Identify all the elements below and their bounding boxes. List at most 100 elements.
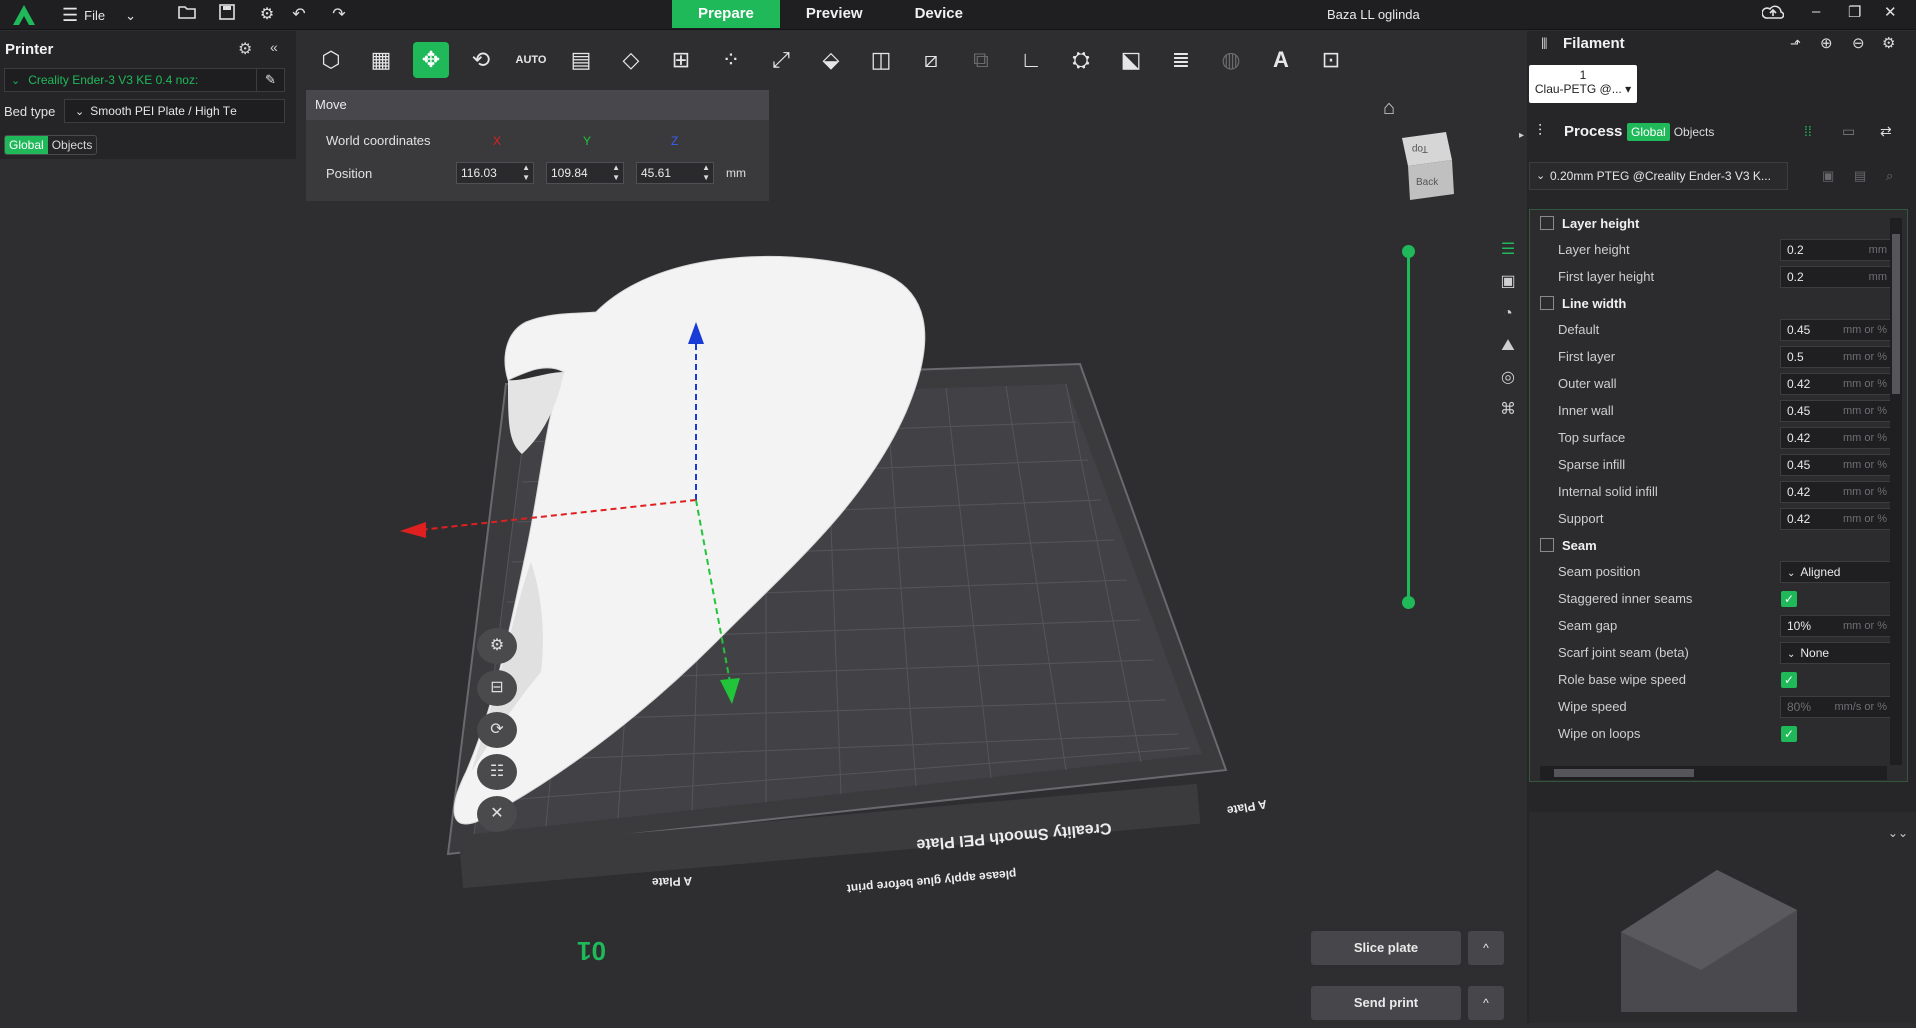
position-y-input[interactable]: 109.84 ▲ ▼ <box>546 162 624 184</box>
close-window-icon[interactable]: ✕ <box>1884 3 1897 21</box>
scale-button[interactable]: ⤢ <box>756 38 806 82</box>
setting-select[interactable]: ⌄ Aligned <box>1780 560 1892 583</box>
compare-icon[interactable]: ▭ <box>1842 123 1855 140</box>
maximize-icon[interactable]: ❐ <box>1848 3 1861 21</box>
setting-checkbox[interactable]: ✓ <box>1781 590 1797 607</box>
add-object-button[interactable]: ⬡ <box>306 38 356 82</box>
collapse-panel-icon[interactable]: « <box>270 39 278 55</box>
layer-slider-track[interactable] <box>1407 251 1410 602</box>
slice-options-caret-button[interactable]: ^ <box>1468 931 1504 965</box>
process-seg-objects[interactable]: Objects <box>1670 123 1719 141</box>
settings-horizontal-scrollbar[interactable] <box>1540 766 1887 780</box>
filament-slot-1[interactable]: 1 Clau-PETG @... ▾ <box>1529 65 1637 103</box>
arrange-button[interactable]: ▤ <box>556 38 606 82</box>
chevron-down-icon[interactable]: ⌄ <box>125 8 136 24</box>
others-category-icon[interactable]: ◎ <box>1494 363 1522 393</box>
setting-input[interactable]: 0.42 mm or % <box>1780 480 1892 503</box>
advanced-category-icon[interactable]: ⌘ <box>1494 395 1522 425</box>
boolean-button[interactable]: ⧉ <box>956 38 1006 82</box>
position-z-input[interactable]: 45.61 ▲ ▼ <box>636 162 714 184</box>
delete-preset-icon[interactable]: ▤ <box>1854 168 1866 184</box>
lay-on-face-button[interactable]: ◇ <box>606 38 656 82</box>
hollow-button[interactable]: ◫ <box>856 38 906 82</box>
setting-input[interactable]: 0.45 mm or % <box>1780 453 1892 476</box>
save-icon[interactable] <box>216 4 238 26</box>
setting-input[interactable]: 0.45 mm or % <box>1780 318 1892 341</box>
redo-icon[interactable]: ↷ <box>328 4 350 26</box>
plate-list-icon[interactable]: ☷ <box>477 754 517 790</box>
split-parts-button[interactable]: ⁘ <box>706 38 756 82</box>
send-print-button[interactable]: Send print <box>1311 986 1461 1020</box>
filament-settings-gear-icon[interactable]: ⚙ <box>1882 34 1895 52</box>
support-category-icon[interactable]: ⛰ <box>1494 331 1522 361</box>
advanced-toggle-icon[interactable]: ⁞⁞ <box>1804 123 1812 139</box>
setting-input[interactable]: 0.2 mm <box>1780 265 1892 288</box>
layer-slider-top-handle[interactable] <box>1402 245 1415 258</box>
save-preset-icon[interactable]: ▣ <box>1822 168 1834 184</box>
minimize-icon[interactable]: – <box>1812 3 1820 20</box>
setting-input[interactable]: 0.45 mm or % <box>1780 399 1892 422</box>
setting-input[interactable]: 0.5 mm or % <box>1780 345 1892 368</box>
speed-category-icon[interactable]: ◔ <box>1494 299 1522 329</box>
auto-orient-plate-icon[interactable]: ⟳ <box>477 712 517 748</box>
layer-slider-bottom-handle[interactable] <box>1402 596 1415 609</box>
tab-device[interactable]: Device <box>889 0 989 28</box>
spinner-arrows-icon[interactable]: ▲ ▼ <box>612 163 620 183</box>
setting-input[interactable]: 0.42 mm or % <box>1780 426 1892 449</box>
x-axis-handle[interactable] <box>400 522 426 538</box>
setting-input[interactable]: 0.2 mm <box>1780 238 1892 261</box>
bed-type-select[interactable]: ⌄ Smooth PEI Plate / High Tе <box>64 99 285 123</box>
support-paint-button[interactable]: ⧄ <box>906 38 956 82</box>
position-x-input[interactable]: 116.03 ▲ ▼ <box>456 162 534 184</box>
setting-select[interactable]: ⌄ None <box>1780 641 1892 664</box>
quality-category-icon[interactable]: ☰ <box>1494 235 1522 265</box>
color-paint-button[interactable]: ◍ <box>1206 38 1256 82</box>
collapse-chevron-icon[interactable]: ⌄⌄ <box>1888 826 1908 840</box>
seam-paint-button[interactable]: ⛭ <box>1056 38 1106 82</box>
process-seg-global[interactable]: Global <box>1627 123 1670 141</box>
printer-settings-gear-icon[interactable]: ⚙ <box>238 39 252 59</box>
process-preset-select[interactable]: ⌄ 0.20mm PTEG @Creality Ender-3 V3 K... <box>1529 162 1788 190</box>
svg-emboss-button[interactable]: ⊡ <box>1306 38 1356 82</box>
split-objects-button[interactable]: ⊞ <box>656 38 706 82</box>
plate-lock-icon[interactable]: ⊟ <box>477 670 517 706</box>
expand-panel-icon[interactable]: ▸ <box>1519 130 1524 141</box>
text-button[interactable]: A <box>1256 38 1306 82</box>
setting-input[interactable]: 10% mm or % <box>1780 614 1892 637</box>
3d-viewport[interactable]: Creality Smooth PEI Plate please apply g… <box>296 82 1530 1023</box>
cloud-upload-icon[interactable] <box>1761 3 1785 25</box>
auto-orient-button[interactable]: AUTO <box>506 38 556 82</box>
rotate-tool-button[interactable]: ⟲ <box>456 38 506 82</box>
variable-layer-button[interactable]: ≣ <box>1156 38 1206 82</box>
printer-select[interactable]: ⌄ Creality Ender-3 V3 KE 0.4 noz: ✎ <box>4 68 285 92</box>
file-menu[interactable]: ☰ File ⌄ <box>62 5 136 26</box>
scrollbar-thumb[interactable] <box>1554 769 1694 777</box>
tab-prepare[interactable]: Prepare <box>672 0 780 28</box>
remove-filament-icon[interactable]: ⊖ <box>1852 34 1865 52</box>
edit-printer-pencil-icon[interactable]: ✎ <box>256 69 284 91</box>
setting-checkbox[interactable]: ✓ <box>1781 725 1797 742</box>
open-folder-icon[interactable] <box>176 4 198 26</box>
setting-input[interactable]: 80% mm/s or % <box>1780 695 1892 718</box>
spinner-arrows-icon[interactable]: ▲ ▼ <box>522 163 530 183</box>
remove-plate-close-icon[interactable]: ✕ <box>477 796 517 832</box>
strength-category-icon[interactable]: ▣ <box>1494 267 1522 297</box>
cut-button[interactable]: ⬙ <box>806 38 856 82</box>
add-plate-button[interactable]: ▦ <box>356 38 406 82</box>
undo-icon[interactable]: ↶ <box>288 4 310 26</box>
seg-objects[interactable]: Objects <box>48 136 97 154</box>
setting-input[interactable]: 0.42 mm or % <box>1780 372 1892 395</box>
add-filament-icon[interactable]: ⊕ <box>1820 34 1833 52</box>
tab-preview[interactable]: Preview <box>780 0 889 28</box>
measure-button[interactable]: ∟ <box>1006 38 1056 82</box>
settings-vertical-scrollbar[interactable] <box>1890 218 1902 765</box>
process-link-icon[interactable]: ⇄ <box>1880 123 1892 140</box>
brim-ears-button[interactable]: ⬕ <box>1106 38 1156 82</box>
send-options-caret-button[interactable]: ^ <box>1468 986 1504 1020</box>
search-icon[interactable]: ⌕ <box>1886 168 1893 184</box>
settings-gear-icon[interactable]: ⚙ <box>256 4 278 26</box>
home-view-icon[interactable]: ⌂ <box>1383 97 1395 120</box>
caret-down-icon[interactable]: ▾ <box>1625 82 1631 96</box>
seg-global[interactable]: Global <box>5 136 48 154</box>
filament-sync-icon[interactable]: ⬏ <box>1790 36 1801 52</box>
